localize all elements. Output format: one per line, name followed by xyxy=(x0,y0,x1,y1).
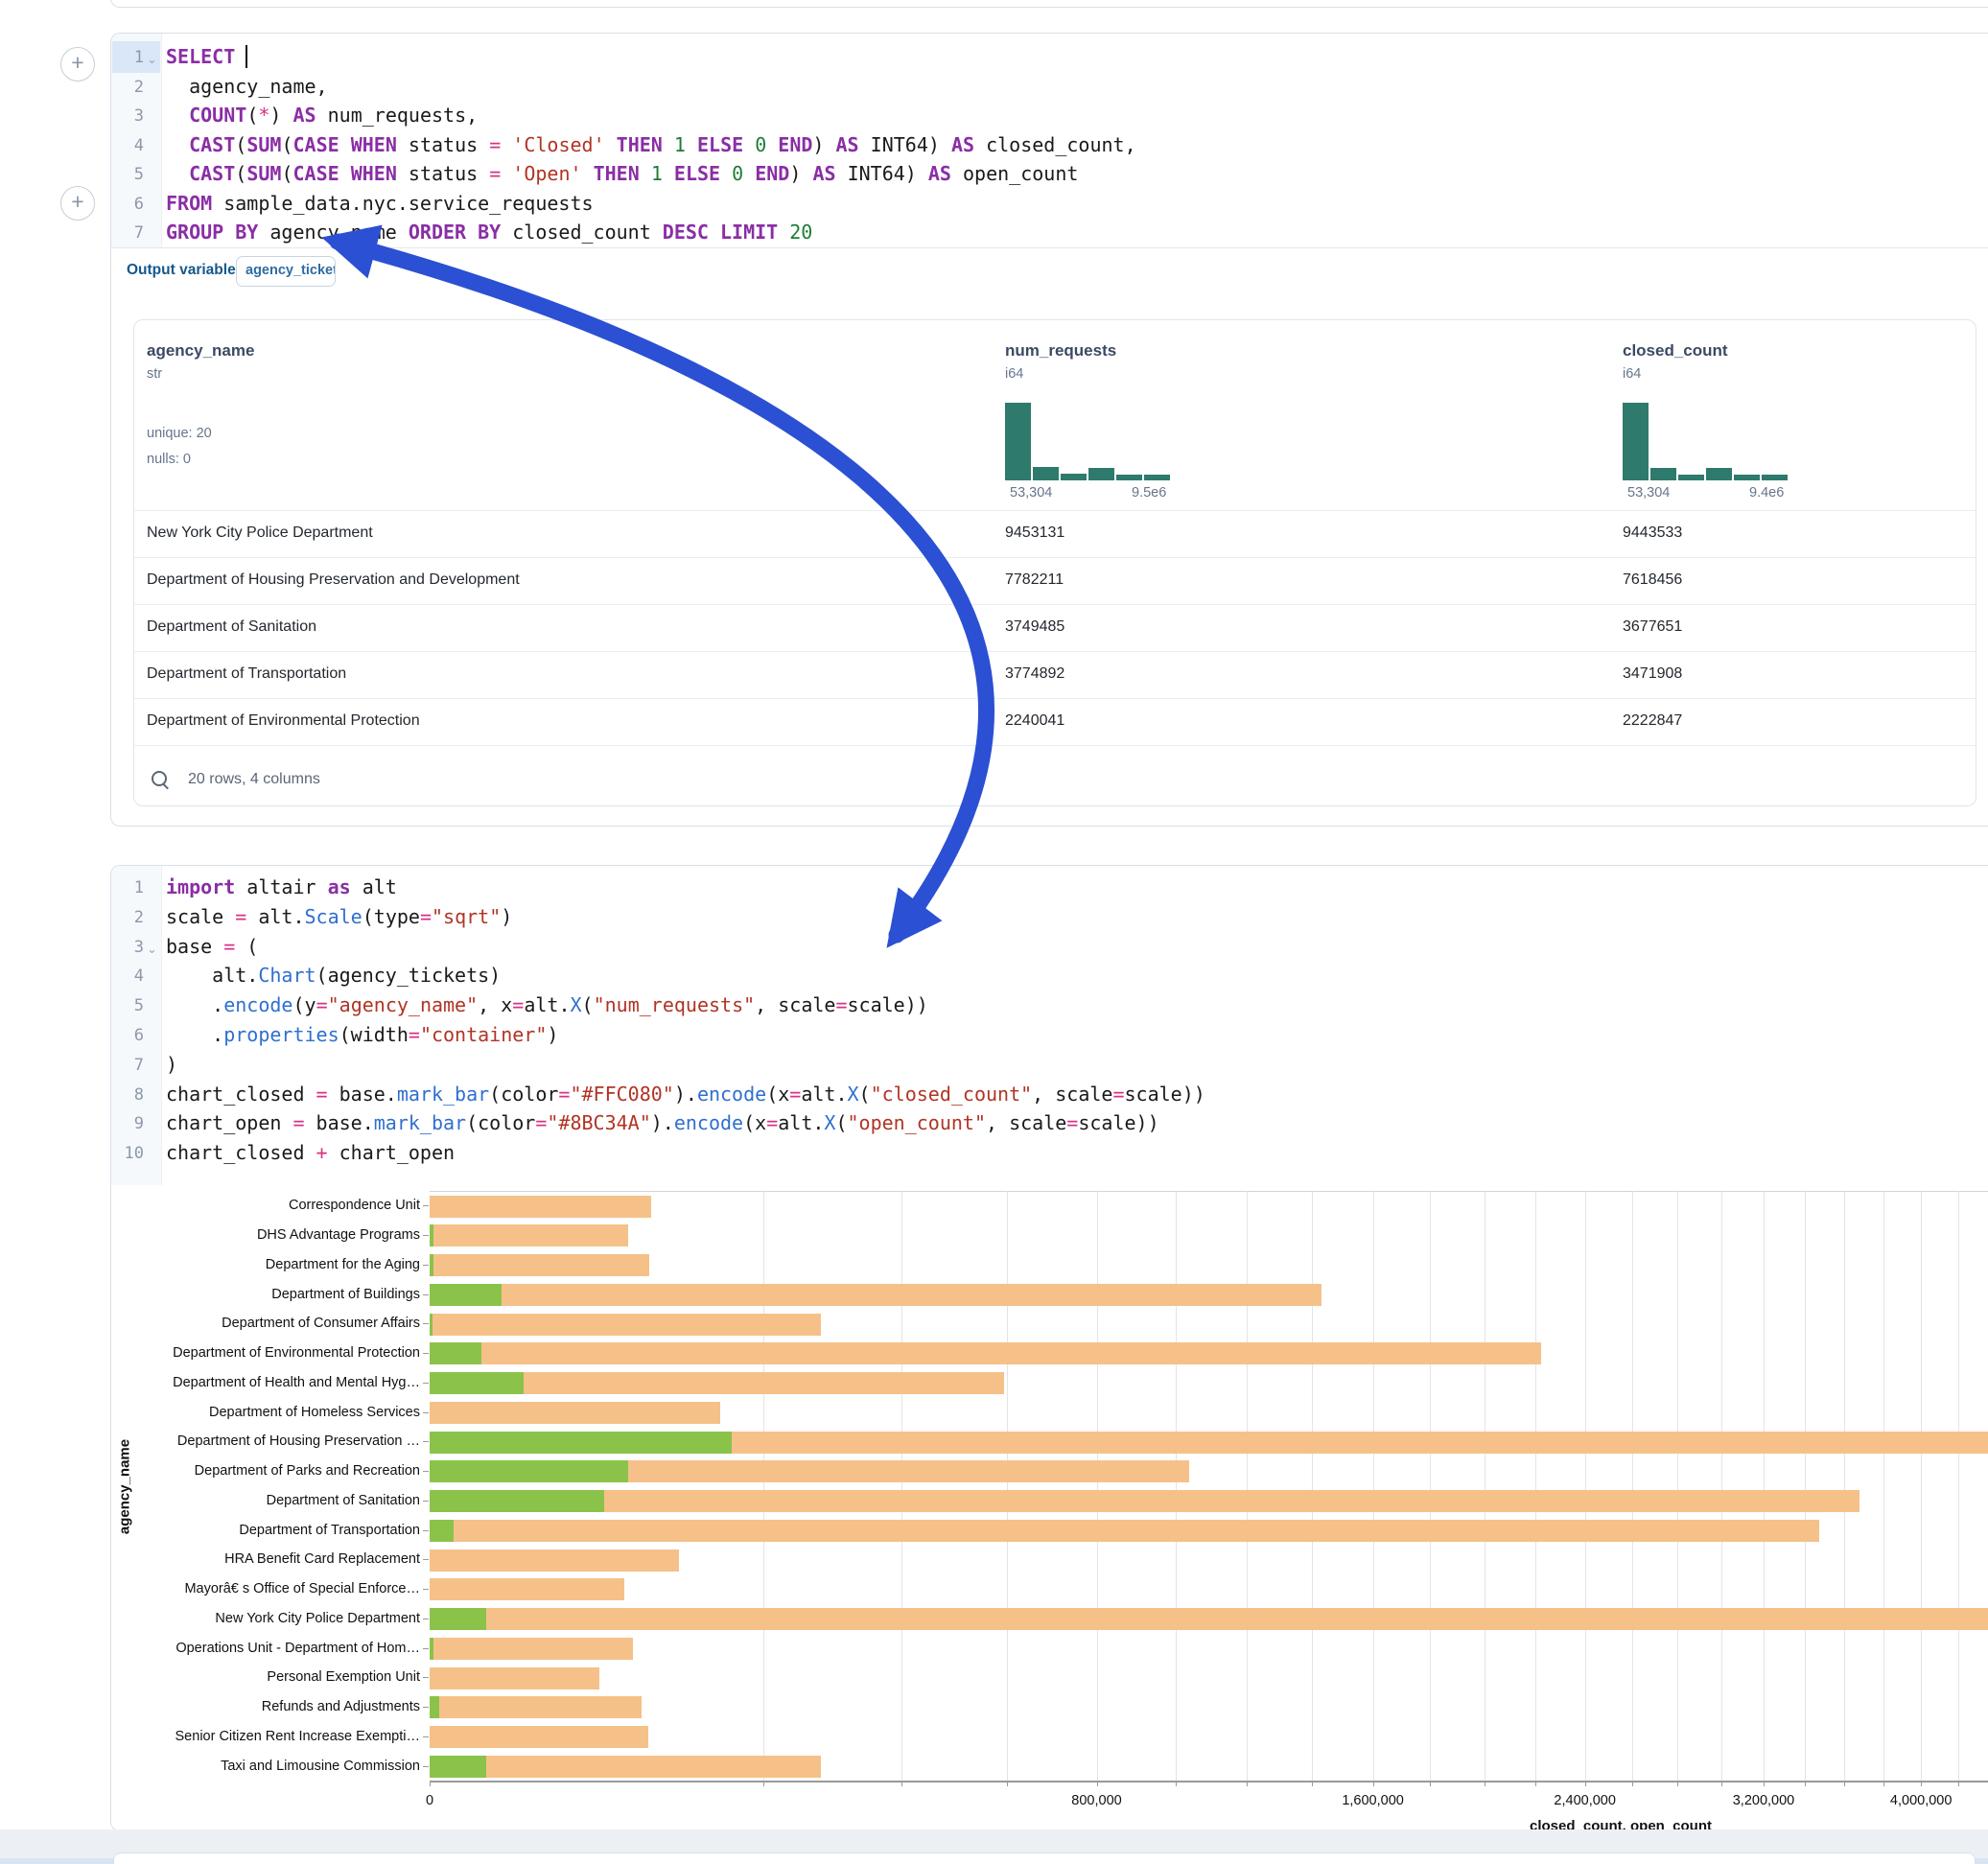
table-row[interactable]: Department of Sanitation 3749485 3677651 xyxy=(134,604,1976,651)
histogram-bin xyxy=(1678,475,1704,480)
table-cell: Department of Environmental Protection xyxy=(147,712,420,730)
column-header-agency-name[interactable]: agency_name xyxy=(147,341,254,361)
sql-cell: 1⌄ SELECT 2 agency_name, 3 COUNT(*) AS num_… xyxy=(110,33,1988,827)
notebook-page: + + 1⌄SELECT2 agency_name,3 COUNT(*) AS … xyxy=(0,0,1988,1864)
line-number: 1 xyxy=(111,48,144,67)
histogram-min-num-requests: 53,304 xyxy=(1010,485,1052,501)
table-cell: 3749485 xyxy=(1005,618,1064,636)
table-cell: Department of Transportation xyxy=(147,665,346,683)
code-line[interactable]: ) xyxy=(166,1053,1988,1076)
table-cell: New York City Police Department xyxy=(147,524,373,542)
collapse-chevron-icon[interactable]: ⌄ xyxy=(147,942,157,957)
output-variable-pill[interactable]: agency_tickets xyxy=(236,256,336,287)
histogram-bin xyxy=(1061,474,1087,480)
code-line[interactable]: alt.Chart(agency_tickets) xyxy=(166,964,1988,987)
code-line[interactable]: COUNT(*) AS num_requests, xyxy=(166,104,1988,127)
histogram-closed-count xyxy=(1623,403,1791,480)
code-line[interactable]: import altair as alt xyxy=(166,875,1988,898)
table-cell: 2222847 xyxy=(1623,712,1682,730)
code-line[interactable]: .encode(y="agency_name", x=alt.X("num_re… xyxy=(166,993,1988,1016)
row-separator xyxy=(134,745,1976,746)
add-cell-button-top[interactable]: + xyxy=(60,47,95,82)
column-header-closed-count[interactable]: closed_count xyxy=(1623,341,1728,361)
line-number: 5 xyxy=(111,996,144,1015)
sql-code-editor[interactable]: 1⌄ SELECT 2 agency_name, 3 COUNT(*) AS num_… xyxy=(111,34,1988,248)
line-number: 6 xyxy=(111,195,144,214)
code-line[interactable]: CAST(SUM(CASE WHEN status = 'Open' THEN … xyxy=(166,162,1988,185)
histogram-bin xyxy=(1762,475,1788,480)
table-cell: Department of Housing Preservation and D… xyxy=(147,571,520,589)
histogram-bin xyxy=(1734,475,1760,480)
table-row[interactable]: New York City Police Department 9453131 94… xyxy=(134,510,1976,557)
column-header-num-requests[interactable]: num_requests xyxy=(1005,341,1116,361)
line-number: 7 xyxy=(111,223,144,243)
column-stat-unique: unique: 20 xyxy=(147,426,212,441)
column-type-agency-name: str xyxy=(147,366,162,382)
column-stat-nulls: nulls: 0 xyxy=(147,452,191,467)
table-cell: 9443533 xyxy=(1623,524,1682,542)
histogram-bin xyxy=(1706,468,1732,480)
histogram-bin xyxy=(1088,468,1114,480)
table-row[interactable]: Department of Transportation 3774892 34719… xyxy=(134,651,1976,698)
code-line[interactable]: scale = alt.Scale(type="sqrt") xyxy=(166,905,1988,928)
table-cell: 3677651 xyxy=(1623,618,1682,636)
code-line[interactable]: base = ( xyxy=(166,935,1988,958)
table-row-count: 20 rows, 4 columns xyxy=(188,771,320,788)
line-number: 2 xyxy=(111,908,144,927)
code-line[interactable]: SELECT xyxy=(166,45,1988,68)
line-number: 7 xyxy=(111,1056,144,1075)
cell-divider xyxy=(111,247,1988,248)
code-line[interactable]: GROUP BY agency_name ORDER BY closed_cou… xyxy=(166,221,1988,244)
line-number: 1 xyxy=(111,878,144,897)
code-line[interactable]: chart_closed + chart_open xyxy=(166,1141,1988,1164)
table-cell: 3774892 xyxy=(1005,665,1064,683)
histogram-bin xyxy=(1116,475,1142,480)
table-cell: 7618456 xyxy=(1623,571,1682,589)
histogram-bin xyxy=(1144,475,1170,480)
output-variable-label: Output variable: xyxy=(127,262,241,279)
line-number: 10 xyxy=(111,1144,144,1163)
table-cell: 7782211 xyxy=(1005,571,1064,589)
search-icon[interactable] xyxy=(152,771,171,790)
code-line[interactable]: CAST(SUM(CASE WHEN status = 'Closed' THE… xyxy=(166,133,1988,156)
column-type-closed-count: i64 xyxy=(1623,366,1641,382)
line-number: 6 xyxy=(111,1026,144,1045)
code-line[interactable]: chart_closed = base.mark_bar(color="#FFC… xyxy=(166,1083,1988,1106)
line-number: 5 xyxy=(111,165,144,184)
collapse-chevron-icon[interactable]: ⌄ xyxy=(147,52,157,67)
code-line[interactable]: FROM sample_data.nyc.service_requests xyxy=(166,192,1988,215)
code-line[interactable]: chart_open = base.mark_bar(color="#8BC34… xyxy=(166,1111,1988,1134)
histogram-bin xyxy=(1650,468,1676,480)
add-cell-button-middle[interactable]: + xyxy=(60,186,95,221)
column-type-num-requests: i64 xyxy=(1005,366,1023,382)
table-row[interactable]: Department of Housing Preservation and D… xyxy=(134,557,1976,604)
line-number: 2 xyxy=(111,78,144,97)
table-cell: Department of Sanitation xyxy=(147,618,316,636)
line-number: 4 xyxy=(111,136,144,155)
table-cell: 2240041 xyxy=(1005,712,1064,730)
histogram-bin xyxy=(1033,467,1059,480)
line-number: 3 xyxy=(111,938,144,957)
line-number: 3 xyxy=(111,106,144,126)
text-cursor xyxy=(246,45,247,68)
line-number: 9 xyxy=(111,1114,144,1133)
histogram-min-closed-count: 53,304 xyxy=(1627,485,1670,501)
code-line[interactable]: .properties(width="container") xyxy=(166,1023,1988,1046)
histogram-max-closed-count: 9.4e6 xyxy=(1749,485,1784,501)
table-cell: 9453131 xyxy=(1005,524,1064,542)
table-cell: 3471908 xyxy=(1623,665,1682,683)
histogram-bin xyxy=(1623,403,1649,480)
line-number: 4 xyxy=(111,967,144,986)
code-line[interactable]: agency_name, xyxy=(166,75,1988,98)
histogram-max-num-requests: 9.5e6 xyxy=(1132,485,1166,501)
previous-cell-edge xyxy=(110,0,1988,8)
python-cell: 1 import altair as alt 2 scale = alt.Scale(… xyxy=(110,865,1988,1831)
histogram-num-requests xyxy=(1005,403,1174,480)
line-number: 8 xyxy=(111,1085,144,1105)
next-cell-edge xyxy=(113,1852,1976,1864)
table-row[interactable]: Department of Environmental Protection 22… xyxy=(134,698,1976,745)
dataframe-preview-card: agency_name str unique: 20 nulls: 0 num_… xyxy=(133,319,1976,806)
python-code-editor[interactable]: 1 import altair as alt 2 scale = alt.Scale(… xyxy=(111,866,1988,1185)
histogram-bin xyxy=(1005,403,1031,480)
